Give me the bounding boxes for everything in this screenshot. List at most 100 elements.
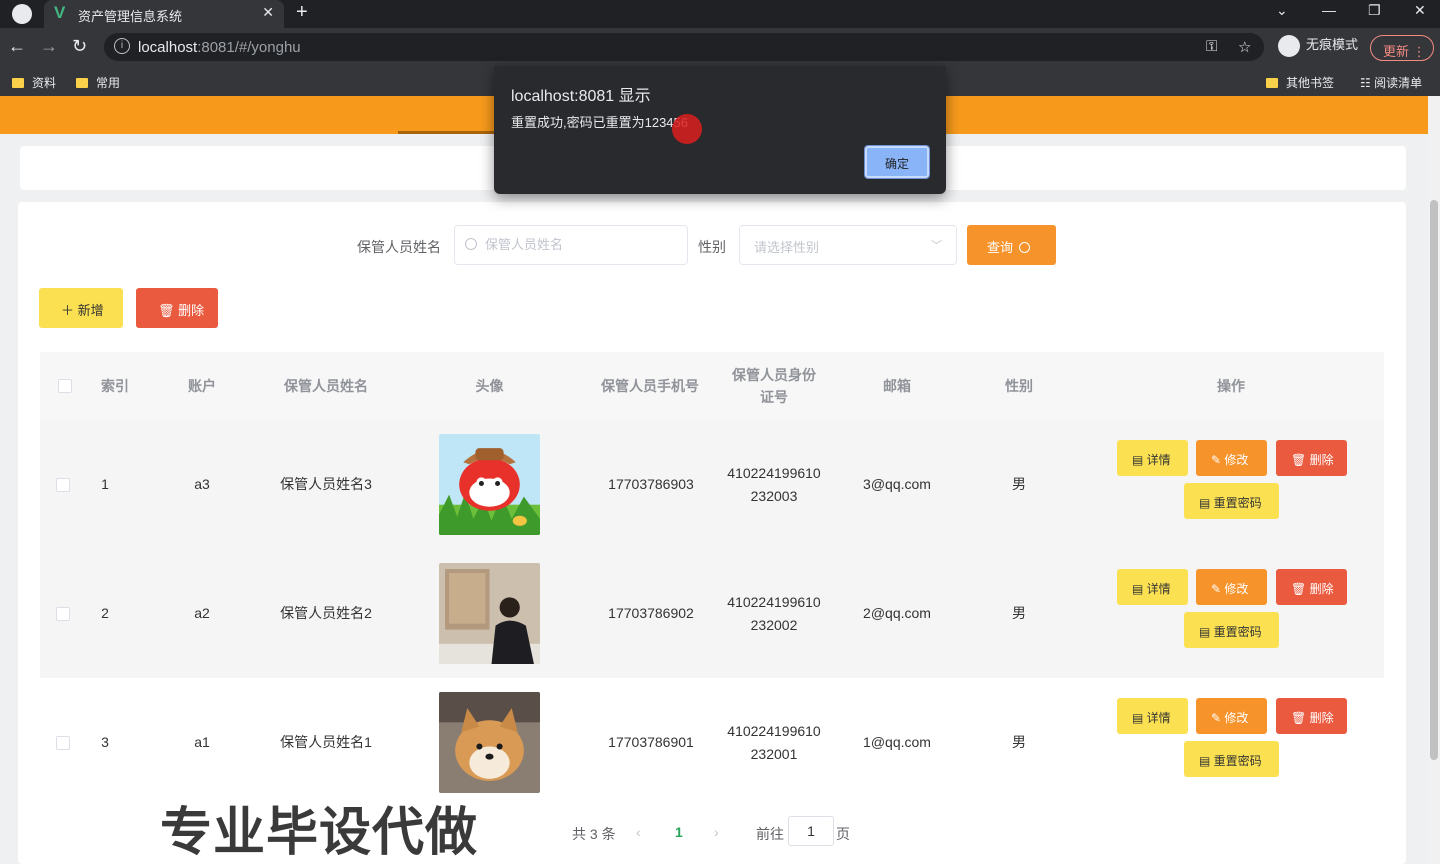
document-icon: ▤ <box>1132 582 1147 596</box>
mouse-cursor-highlight <box>672 114 702 144</box>
forward-icon[interactable]: → <box>40 36 58 57</box>
edit-button[interactable]: ✎ 修改 <box>1196 698 1267 734</box>
delete-button[interactable]: 🗑 删除 <box>1276 698 1347 734</box>
app-page: 保管人员姓名 性别 请选择性别 ﹀ 查询 ＋ 新增 🗑 删除 索引 账户 保管人… <box>0 96 1440 864</box>
folder-icon <box>76 78 88 88</box>
row-actions: ▤ 详情 ✎ 修改 🗑 删除 ▤ 重置密码 <box>1078 678 1384 807</box>
new-tab-icon[interactable]: + <box>296 1 308 24</box>
edit-button[interactable]: ✎ 修改 <box>1196 569 1267 605</box>
reading-list-icon: ☷ <box>1360 76 1375 90</box>
nav-item[interactable] <box>1120 96 1240 134</box>
bookmark-folder[interactable]: 资料 <box>12 74 56 91</box>
omnibox[interactable]: i localhost:8081/#/yonghu ⚿ ☆ <box>104 33 1264 61</box>
detail-button[interactable]: ▤ 详情 <box>1117 698 1188 734</box>
bookmark-folder[interactable]: 常用 <box>76 74 120 91</box>
edit-button[interactable]: ✎ 修改 <box>1196 440 1267 476</box>
nav-item[interactable] <box>18 96 78 134</box>
nav-item[interactable] <box>946 96 1066 134</box>
nav-item[interactable] <box>118 96 208 134</box>
document-icon: ▤ <box>1199 625 1214 639</box>
tab-search-icon[interactable]: ⌄ <box>1276 2 1288 19</box>
detail-button[interactable]: ▤ 详情 <box>1117 440 1188 476</box>
header-actions: 操作 <box>1217 378 1245 394</box>
bookmark-folder[interactable]: 其他书签 <box>1266 74 1334 91</box>
avatar-cartoon-fox[interactable] <box>439 434 540 535</box>
reset-password-button[interactable]: ▤ 重置密码 <box>1184 741 1279 777</box>
batch-delete-button[interactable]: 🗑 删除 <box>136 288 218 328</box>
url-text[interactable]: localhost:8081/#/yonghu <box>138 39 301 56</box>
cell-gender: 男 <box>1012 734 1026 750</box>
star-icon[interactable]: ☆ <box>1238 38 1251 56</box>
browser-tabbar: V 资产管理信息系统 ✕ + ⌄ — ❐ ✕ <box>0 0 1440 28</box>
page-scrollbar[interactable] <box>1428 96 1440 864</box>
update-button[interactable]: 更新 ⋮ <box>1370 35 1434 61</box>
header-email: 邮箱 <box>883 378 911 394</box>
table-row: 3 a1 保管人员姓名1 17703786901 410224199610 23… <box>40 678 1384 807</box>
reload-icon[interactable]: ↻ <box>72 36 87 57</box>
delete-button[interactable]: 🗑 删除 <box>1276 569 1347 605</box>
nav-item-active[interactable] <box>398 96 498 134</box>
avatar-shiba-dog[interactable] <box>439 692 540 793</box>
search-icon <box>1019 242 1031 253</box>
cell-id-card: 410224199610 232003 <box>716 420 832 549</box>
reset-password-button[interactable]: ▤ 重置密码 <box>1184 612 1279 648</box>
avatar-cell <box>418 549 561 678</box>
name-search-field[interactable] <box>454 225 688 265</box>
site-info-icon[interactable]: i <box>114 38 130 54</box>
query-button[interactable]: 查询 <box>967 225 1056 265</box>
key-icon[interactable]: ⚿ <box>1206 38 1217 55</box>
gender-select[interactable]: 请选择性别 ﹀ <box>739 225 957 265</box>
back-icon[interactable]: ← <box>8 36 26 57</box>
header-id-card: 保管人员身份证号 <box>732 367 816 405</box>
select-all-checkbox[interactable] <box>58 379 72 393</box>
cell-gender: 男 <box>1012 476 1026 492</box>
browser-tab[interactable]: V 资产管理信息系统 ✕ <box>44 0 284 28</box>
nav-item[interactable] <box>262 96 372 134</box>
alert-dialog: localhost:8081 显示 重置成功,密码已重置为123456 确定 <box>494 66 946 194</box>
detail-button[interactable]: ▤ 详情 <box>1117 569 1188 605</box>
page-number-current[interactable]: 1 <box>675 824 683 840</box>
header-index: 索引 <box>101 378 129 394</box>
prev-page-icon[interactable]: ‹ <box>636 824 641 840</box>
add-button[interactable]: ＋ 新增 <box>39 288 123 328</box>
edit-icon: ✎ <box>1211 453 1225 467</box>
gender-label: 性别 <box>698 239 726 255</box>
select-all-cell <box>40 352 90 420</box>
id-card-part: 232002 <box>750 616 798 633</box>
row-checkbox[interactable] <box>56 735 70 750</box>
incognito-indicator[interactable]: 无痕模式 <box>1278 34 1358 57</box>
cell-email: 3@qq.com <box>863 476 931 492</box>
vue-favicon-icon: V <box>54 3 66 22</box>
goto-page-input[interactable]: 1 <box>788 816 834 846</box>
row-checkbox[interactable] <box>56 606 70 621</box>
header-name: 保管人员姓名 <box>284 378 368 394</box>
cell-email: 2@qq.com <box>863 605 931 621</box>
scrollbar-thumb[interactable] <box>1430 200 1438 760</box>
minimize-icon[interactable]: — <box>1322 2 1336 18</box>
cell-name: 保管人员姓名2 <box>280 605 372 621</box>
reading-list[interactable]: ☷ 阅读清单 <box>1360 74 1422 91</box>
next-page-icon[interactable]: › <box>714 824 719 840</box>
id-card-part: 232003 <box>750 487 798 504</box>
cell-index: 1 <box>101 476 109 492</box>
reset-password-button[interactable]: ▤ 重置密码 <box>1184 483 1279 519</box>
document-icon: ▤ <box>1132 453 1147 467</box>
restore-icon[interactable]: ❐ <box>1368 2 1381 19</box>
header-account: 账户 <box>188 378 216 394</box>
incognito-icon <box>1278 34 1300 57</box>
row-checkbox[interactable] <box>56 477 70 492</box>
avatar-person-photo[interactable] <box>439 563 540 664</box>
delete-button[interactable]: 🗑 删除 <box>1276 440 1347 476</box>
id-card-part: 410224199610 <box>727 593 821 610</box>
tab-close-icon[interactable]: ✕ <box>262 4 274 21</box>
cell-account: a2 <box>194 605 210 621</box>
name-search-label: 保管人员姓名 <box>357 239 441 255</box>
cell-phone: 17703786902 <box>608 605 694 621</box>
table-row: 1 a3 保管人员姓名3 17703786903 410224199610 23… <box>40 420 1384 549</box>
tab-title: 资产管理信息系统 <box>78 9 183 24</box>
id-card-part: 410224199610 <box>727 464 821 481</box>
window-close-icon[interactable]: ✕ <box>1414 2 1426 19</box>
name-search-input[interactable] <box>485 237 675 252</box>
cell-phone: 17703786901 <box>608 734 694 750</box>
dialog-ok-button[interactable]: 确定 <box>864 145 930 179</box>
